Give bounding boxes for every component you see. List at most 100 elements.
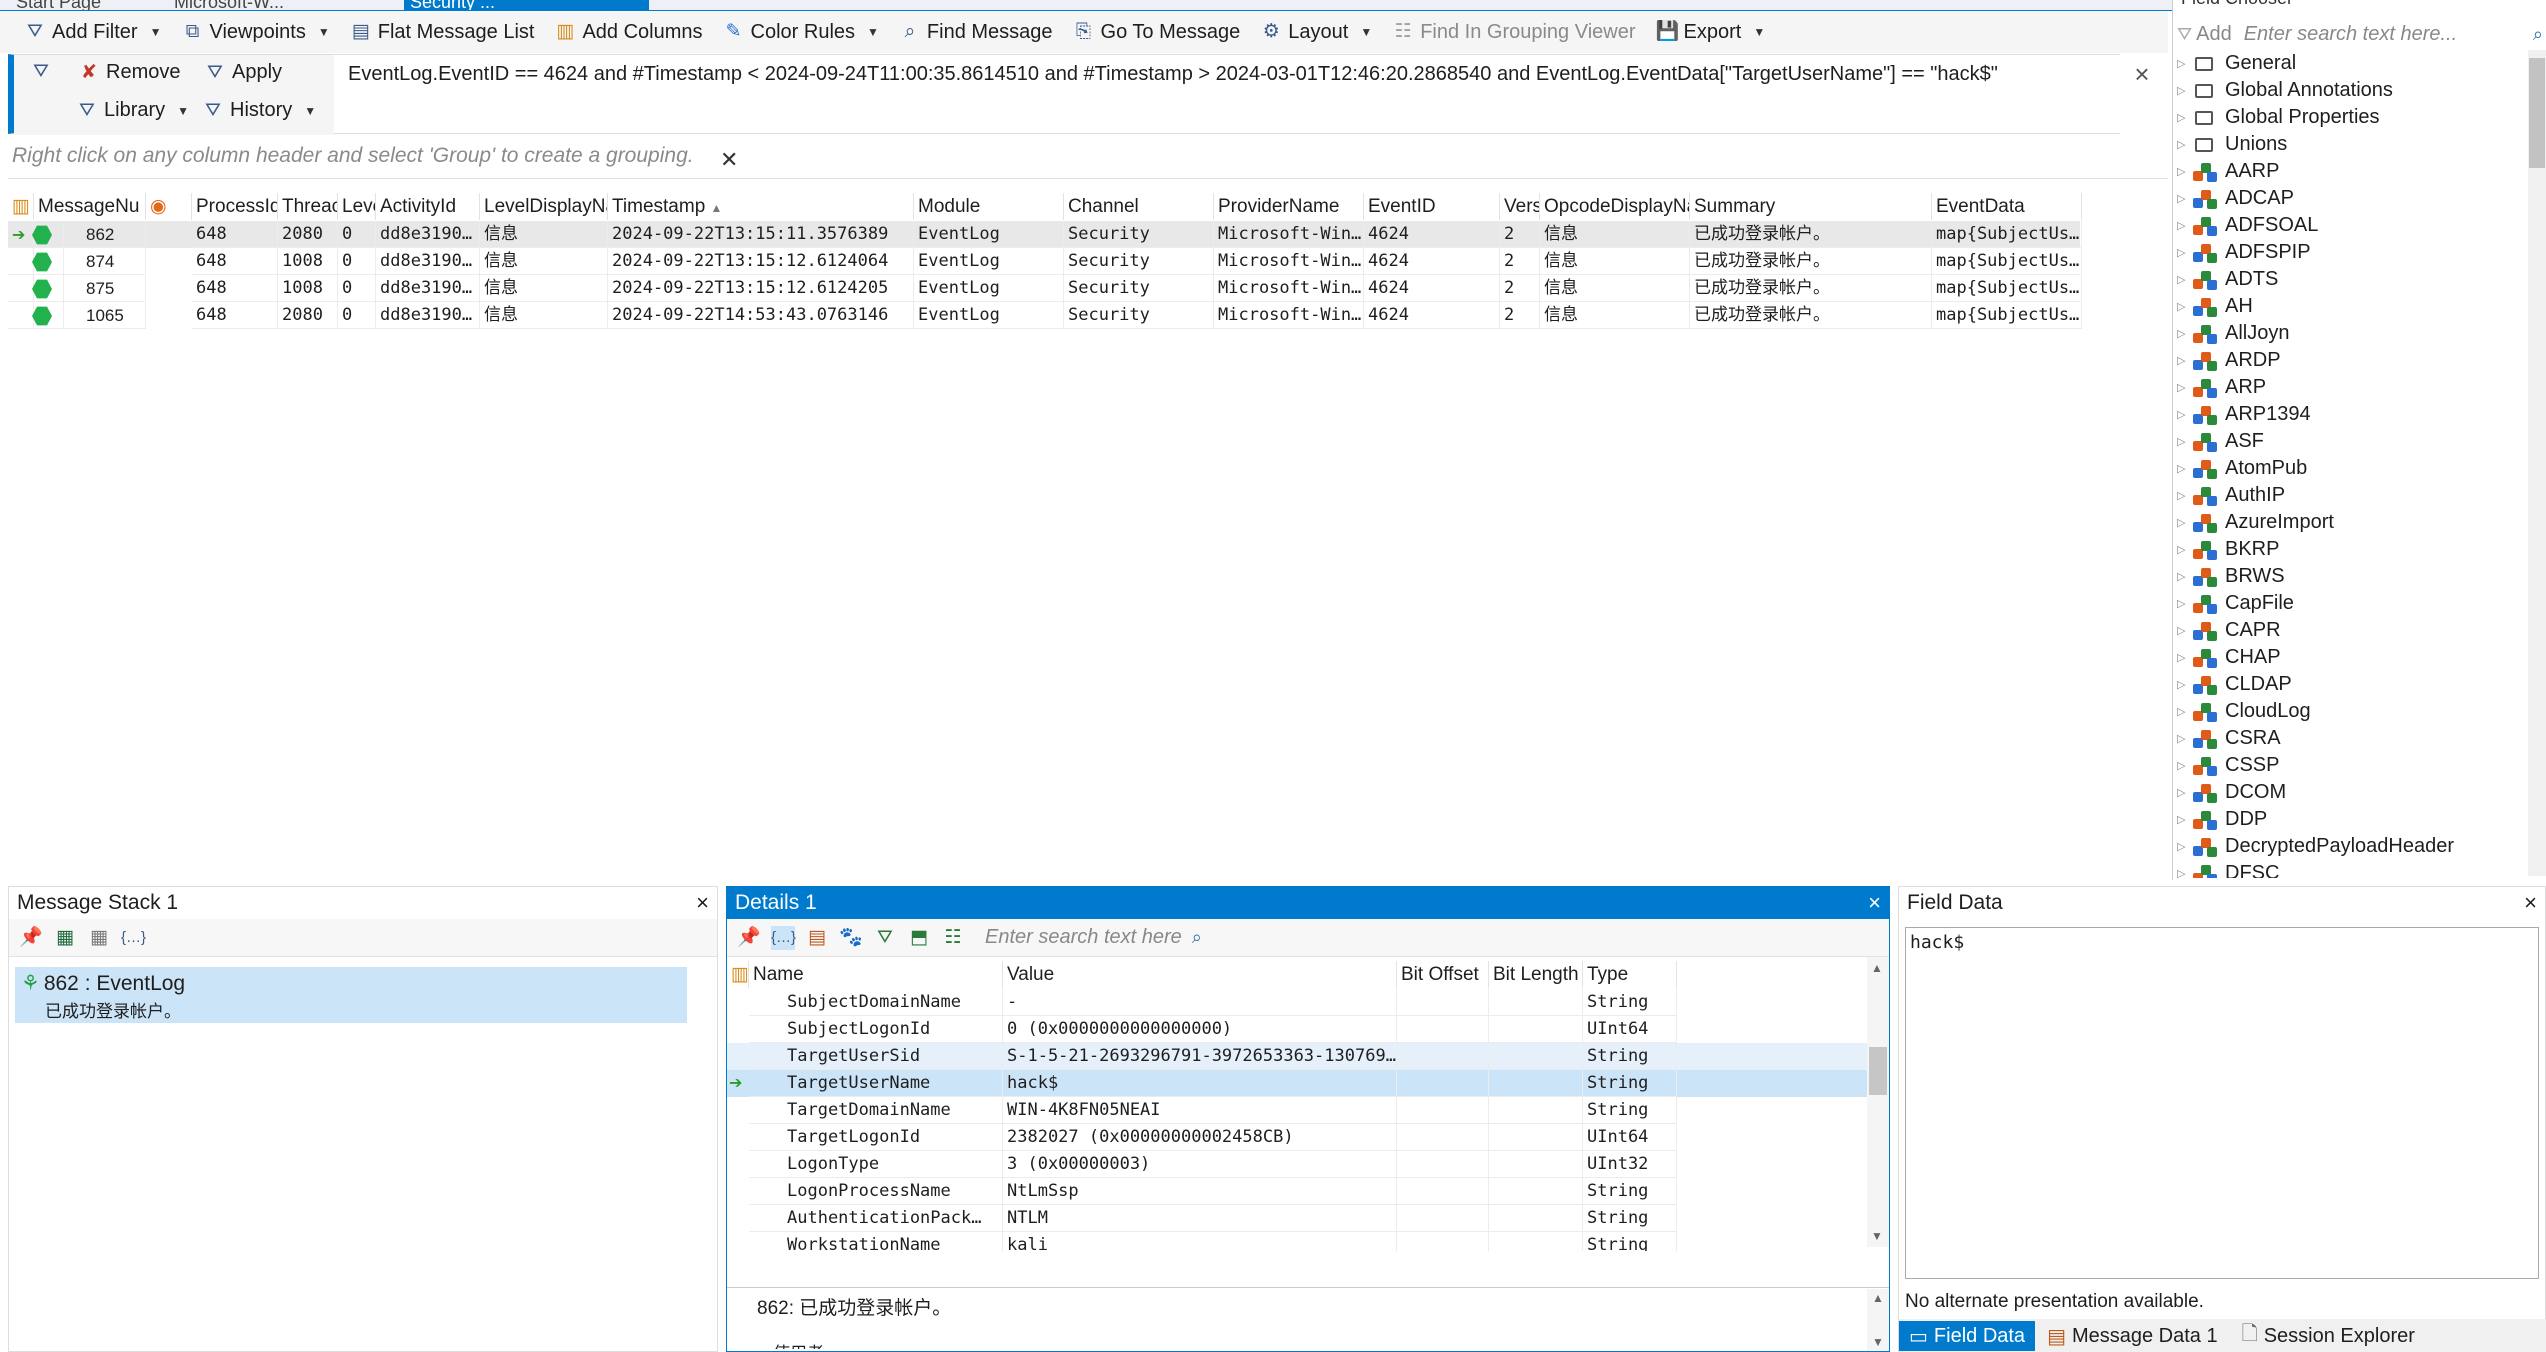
apply-filter-button[interactable]: ⛛ Apply bbox=[204, 61, 282, 84]
field-chooser-item[interactable]: ▷ ARP bbox=[2177, 374, 2266, 401]
color-rules-button[interactable]: ✎ Color Rules ▼ bbox=[713, 11, 889, 53]
chevron-down-icon[interactable]: ▼ bbox=[867, 25, 879, 39]
expand-arrow-icon[interactable]: ▷ bbox=[2177, 516, 2193, 529]
table-icon[interactable]: ▦ bbox=[87, 926, 111, 950]
braces-icon[interactable]: {…} bbox=[771, 925, 796, 950]
filter-toggle-button[interactable]: ⛛ bbox=[30, 61, 58, 83]
table-row[interactable]: SubjectDomainName - String bbox=[727, 989, 1867, 1016]
field-chooser-item[interactable]: ▷ BKRP bbox=[2177, 536, 2279, 563]
column-header[interactable]: Module bbox=[914, 193, 1064, 220]
column-header[interactable]: EventData bbox=[1932, 193, 2082, 220]
field-chooser-item[interactable]: ▷ ASF bbox=[2177, 428, 2264, 455]
column-header[interactable]: ProcessId bbox=[192, 193, 278, 220]
column-settings-icon[interactable]: ▥ bbox=[8, 193, 34, 220]
close-icon[interactable]: × bbox=[696, 887, 709, 919]
table-row[interactable]: LogonProcessName NtLmSsp String bbox=[727, 1178, 1867, 1205]
field-chooser-item[interactable]: ▷ DDP bbox=[2177, 806, 2267, 833]
grid-view-icon[interactable]: ▦ bbox=[53, 926, 77, 950]
expand-arrow-icon[interactable]: ▷ bbox=[2177, 84, 2193, 97]
expand-arrow-icon[interactable]: ▷ bbox=[2177, 57, 2193, 70]
field-chooser-item[interactable]: ▷ ARDP bbox=[2177, 347, 2281, 374]
expand-arrow-icon[interactable]: ▷ bbox=[2177, 273, 2193, 286]
field-chooser-search-input[interactable]: Enter search text here... bbox=[2244, 23, 2533, 46]
expand-arrow-icon[interactable]: ▷ bbox=[2177, 435, 2193, 448]
field-chooser-item[interactable]: ▷ ADFSPIP bbox=[2177, 239, 2311, 266]
column-header[interactable]: Bit Offset bbox=[1397, 961, 1489, 988]
table-row[interactable]: TargetDomainName WIN-4K8FN05NEAI String bbox=[727, 1097, 1867, 1124]
search-icon[interactable]: ⌕ bbox=[1192, 927, 1202, 948]
expand-arrow-icon[interactable]: ▷ bbox=[2177, 543, 2193, 556]
expand-arrow-icon[interactable]: ▷ bbox=[2177, 759, 2193, 772]
add-filter-button[interactable]: ⛛ Add Filter ▼ bbox=[14, 11, 171, 53]
color-column-icon[interactable]: ◉ bbox=[146, 193, 192, 220]
column-header[interactable]: OpcodeDisplayNa bbox=[1540, 193, 1690, 220]
chevron-down-icon[interactable]: ▼ bbox=[318, 25, 330, 39]
table-row[interactable]: TargetLogonId 2382027 (0x00000000002458CB… bbox=[727, 1124, 1867, 1151]
field-chooser-item[interactable]: ▷ ADTS bbox=[2177, 266, 2278, 293]
field-chooser-item[interactable]: ▷ DCOM bbox=[2177, 779, 2286, 806]
expand-arrow-icon[interactable]: ▷ bbox=[2177, 408, 2193, 421]
chevron-down-icon[interactable]: ▼ bbox=[177, 104, 189, 118]
column-header[interactable]: Threac bbox=[278, 193, 338, 220]
filter-expression-input[interactable]: EventLog.EventID == 4624 and #Timestamp … bbox=[348, 61, 2108, 131]
expand-arrow-icon[interactable]: ▷ bbox=[2177, 165, 2193, 178]
expand-arrow-icon[interactable]: ▷ bbox=[2177, 381, 2193, 394]
field-chooser-item[interactable]: ▷ BRWS bbox=[2177, 563, 2285, 590]
expand-arrow-icon[interactable]: ▷ bbox=[2177, 354, 2193, 367]
field-chooser-item[interactable]: ▷ General bbox=[2177, 50, 2296, 77]
table-row[interactable]: LogonType 3 (0x00000003) UInt32 bbox=[727, 1151, 1867, 1178]
column-header[interactable]: Name bbox=[749, 961, 1003, 988]
flat-message-list-button[interactable]: ▤ Flat Message List bbox=[340, 11, 545, 53]
tree-expand-icon[interactable]: ☷ bbox=[941, 926, 965, 950]
table-row[interactable]: ➔ TargetUserName hack$ String bbox=[727, 1070, 1867, 1097]
table-row[interactable]: 1065 648 2080 0 dd8e3190… 信息 2024-09-22T14:53:… bbox=[8, 302, 2082, 329]
doc-tab-security[interactable]: Security ... bbox=[404, 0, 649, 10]
column-header[interactable]: Channel bbox=[1064, 193, 1214, 220]
field-chooser-scroll-thumb[interactable] bbox=[2529, 58, 2545, 168]
field-chooser-scrollbar[interactable] bbox=[2528, 50, 2546, 876]
summary-scrollbar[interactable]: ▲ ▼ bbox=[1867, 1289, 1889, 1351]
field-chooser-item[interactable]: ▷ AH bbox=[2177, 293, 2253, 320]
field-chooser-item[interactable]: ▷ Global Annotations bbox=[2177, 77, 2393, 104]
table-row[interactable]: 874 648 1008 0 dd8e3190… 信息 2024-09-22T13:15:1… bbox=[8, 248, 2082, 275]
table-row[interactable]: 875 648 1008 0 dd8e3190… 信息 2024-09-22T13:15:1… bbox=[8, 275, 2082, 302]
column-header[interactable]: Bit Length bbox=[1489, 961, 1583, 988]
expand-arrow-icon[interactable]: ▷ bbox=[2177, 570, 2193, 583]
table-row[interactable]: SubjectLogonId 0 (0x0000000000000000) UInt… bbox=[727, 1016, 1867, 1043]
expand-arrow-icon[interactable]: ▷ bbox=[2177, 300, 2193, 313]
details-scroll-thumb[interactable] bbox=[1869, 1047, 1887, 1095]
expand-arrow-icon[interactable]: ▷ bbox=[2177, 138, 2193, 151]
expand-arrow-icon[interactable]: ▷ bbox=[2177, 786, 2193, 799]
expand-arrow-icon[interactable]: ▷ bbox=[2177, 219, 2193, 232]
layout-button[interactable]: ⚙ Layout ▼ bbox=[1250, 11, 1382, 53]
close-icon[interactable]: × bbox=[2524, 887, 2537, 919]
field-chooser-item[interactable]: ▷ ADFSOAL bbox=[2177, 212, 2318, 239]
filter-library-button[interactable]: ⛛ Library ▼ bbox=[76, 99, 189, 122]
message-stack-entry[interactable]: ⚘ 862 : EventLog 已成功登录帐户。 bbox=[15, 967, 687, 1023]
close-filter-icon[interactable]: × bbox=[2128, 61, 2156, 89]
column-header[interactable]: Type bbox=[1583, 961, 1677, 988]
field-data-value[interactable]: hack$ bbox=[1905, 927, 2539, 1279]
find-message-button[interactable]: ⌕ Find Message bbox=[889, 11, 1063, 53]
field-chooser-item[interactable]: ▷ CLDAP bbox=[2177, 671, 2292, 698]
field-chooser-item[interactable]: ▷ DFSC bbox=[2177, 860, 2279, 878]
find-in-grouping-viewer-button[interactable]: ☷ Find In Grouping Viewer bbox=[1382, 11, 1645, 53]
expand-arrow-icon[interactable]: ▷ bbox=[2177, 111, 2193, 124]
column-settings-icon[interactable]: ▥ bbox=[727, 961, 749, 988]
column-header[interactable]: LevelDisplayNa bbox=[480, 193, 608, 220]
close-hint-icon[interactable]: ✕ bbox=[720, 147, 738, 173]
go-to-message-button[interactable]: ⎘ Go To Message bbox=[1063, 11, 1251, 53]
field-chooser-item[interactable]: ▷ CapFile bbox=[2177, 590, 2294, 617]
table-row[interactable]: TargetUserSid S-1-5-21-2693296791-3972653… bbox=[727, 1043, 1867, 1070]
chevron-down-icon[interactable]: ▼ bbox=[1753, 25, 1765, 39]
expand-arrow-icon[interactable]: ▷ bbox=[2177, 813, 2193, 826]
chevron-down-icon[interactable]: ▼ bbox=[1360, 25, 1372, 39]
field-chooser-item[interactable]: ▷ CloudLog bbox=[2177, 698, 2311, 725]
expand-arrow-icon[interactable]: ▷ bbox=[2177, 678, 2193, 691]
field-chooser-item[interactable]: ▷ CSSP bbox=[2177, 752, 2279, 779]
filter-history-button[interactable]: ⛛ History ▼ bbox=[202, 99, 316, 122]
field-chooser-item[interactable]: ▷ AARP bbox=[2177, 158, 2279, 185]
tab-field-data[interactable]: ▭ Field Data bbox=[1899, 1321, 2036, 1351]
search-icon[interactable]: ⌕ bbox=[2533, 24, 2543, 45]
expand-arrow-icon[interactable]: ▷ bbox=[2177, 489, 2193, 502]
